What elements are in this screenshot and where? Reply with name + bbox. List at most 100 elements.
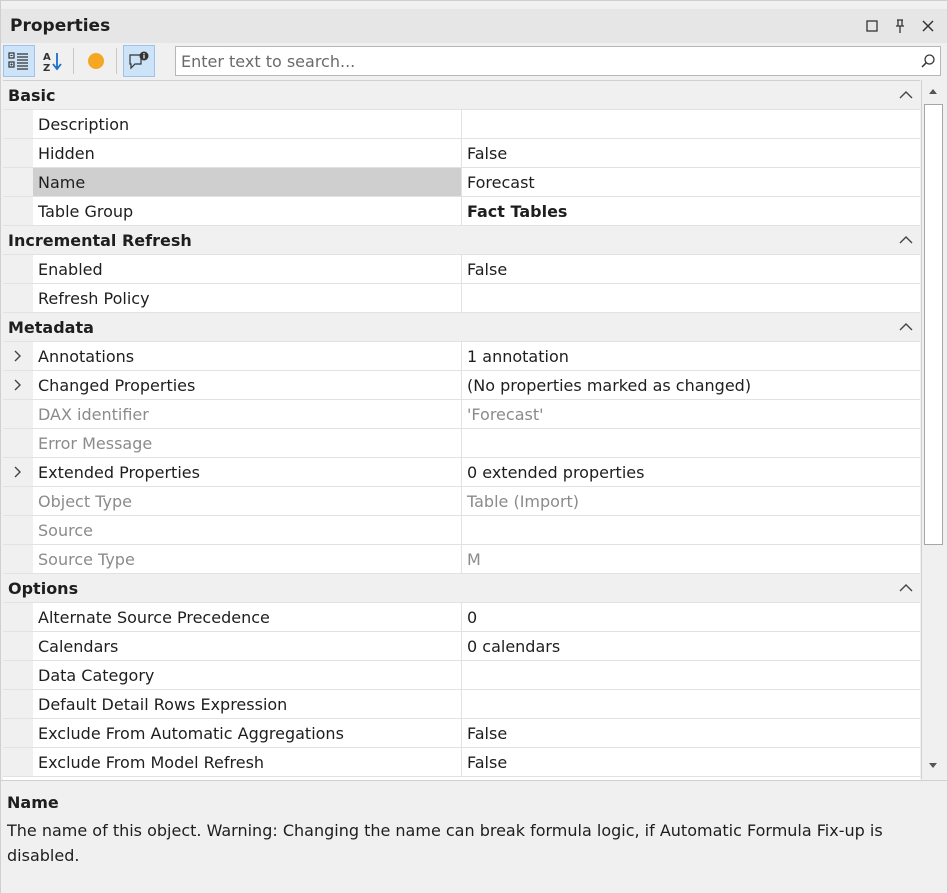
property-value[interactable]: Forecast <box>462 168 920 196</box>
collapse-chevron-icon[interactable] <box>898 319 914 335</box>
property-name: Enabled <box>33 255 462 283</box>
property-name: Alternate Source Precedence <box>33 603 462 631</box>
category-header[interactable]: Basic <box>3 81 920 110</box>
categorized-view-button[interactable] <box>3 45 35 77</box>
row-gutter <box>3 487 33 515</box>
property-row[interactable]: Description <box>3 110 920 139</box>
row-gutter <box>3 632 33 660</box>
expand-chevron-icon[interactable] <box>3 371 33 399</box>
panel-title: Properties <box>10 16 111 36</box>
property-row[interactable]: Exclude From Automatic Aggregations False <box>3 719 920 748</box>
scrollbar-thumb[interactable] <box>924 104 943 545</box>
property-value[interactable] <box>462 690 920 718</box>
comment-info-icon <box>129 51 149 70</box>
collapse-chevron-icon[interactable] <box>898 232 914 248</box>
description-toggle-button[interactable] <box>123 45 155 77</box>
property-row[interactable]: Exclude From Model Refresh False <box>3 748 920 777</box>
events-button[interactable] <box>80 45 112 77</box>
property-row[interactable]: Calendars 0 calendars <box>3 632 920 661</box>
property-name: Table Group <box>33 197 462 225</box>
property-name: Data Category <box>33 661 462 689</box>
property-row[interactable]: Object Type Table (Import) <box>3 487 920 516</box>
property-value[interactable]: 1 annotation <box>462 342 920 370</box>
row-gutter <box>3 603 33 631</box>
property-name: Extended Properties <box>33 458 462 486</box>
row-gutter <box>3 197 33 225</box>
property-grid: Basic Description Hidden False Name Forecast T… <box>3 80 920 780</box>
property-row[interactable]: Annotations 1 annotation <box>3 342 920 371</box>
row-gutter <box>3 400 33 428</box>
property-value[interactable]: False <box>462 719 920 747</box>
property-value[interactable]: False <box>462 139 920 167</box>
property-value[interactable]: Fact Tables <box>462 197 920 225</box>
category-header[interactable]: Options <box>3 574 920 603</box>
property-value[interactable]: 0 <box>462 603 920 631</box>
expand-chevron-icon[interactable] <box>3 342 33 370</box>
row-gutter <box>3 255 33 283</box>
property-name: Name <box>33 168 462 196</box>
alphabetical-sort-button[interactable]: A Z <box>37 45 69 77</box>
property-row[interactable]: Refresh Policy <box>3 284 920 313</box>
property-value[interactable]: 0 extended properties <box>462 458 920 486</box>
row-gutter <box>3 748 33 776</box>
search-input[interactable] <box>176 50 916 72</box>
search-box <box>175 46 941 76</box>
property-value[interactable]: False <box>462 255 920 283</box>
property-row[interactable]: Table Group Fact Tables <box>3 197 920 226</box>
property-value <box>462 429 920 457</box>
category-title: Options <box>8 578 79 598</box>
categorized-icon <box>8 52 28 70</box>
property-row[interactable]: Source Type M <box>3 545 920 574</box>
property-row[interactable]: Name Forecast <box>3 168 920 197</box>
collapse-chevron-icon[interactable] <box>898 87 914 103</box>
property-row[interactable]: Data Category <box>3 661 920 690</box>
collapse-chevron-icon[interactable] <box>898 580 914 596</box>
property-name: Description <box>33 110 462 138</box>
property-value[interactable]: (No properties marked as changed) <box>462 371 920 399</box>
maximize-icon[interactable] <box>861 15 883 37</box>
property-row[interactable]: Changed Properties (No properties marked … <box>3 371 920 400</box>
scroll-down-icon[interactable] <box>922 755 944 777</box>
category-header[interactable]: Metadata <box>3 313 920 342</box>
property-row[interactable]: Extended Properties 0 extended properties <box>3 458 920 487</box>
property-row[interactable]: Default Detail Rows Expression <box>3 690 920 719</box>
property-value[interactable]: 0 calendars <box>462 632 920 660</box>
property-value[interactable]: False <box>462 748 920 776</box>
row-gutter <box>3 168 33 196</box>
expand-chevron-icon[interactable] <box>3 458 33 486</box>
property-name: Annotations <box>33 342 462 370</box>
property-row[interactable]: Hidden False <box>3 139 920 168</box>
property-name: Error Message <box>33 429 462 457</box>
category-title: Metadata <box>8 317 94 337</box>
property-name: Source Type <box>33 545 462 573</box>
orange-circle-icon <box>88 53 104 69</box>
property-row[interactable]: Error Message <box>3 429 920 458</box>
search-icon[interactable] <box>916 53 940 69</box>
property-value <box>462 516 920 544</box>
property-name: Default Detail Rows Expression <box>33 690 462 718</box>
row-gutter <box>3 690 33 718</box>
row-gutter <box>3 284 33 312</box>
property-name: Refresh Policy <box>33 284 462 312</box>
category-header[interactable]: Incremental Refresh <box>3 226 920 255</box>
property-value[interactable] <box>462 110 920 138</box>
row-gutter <box>3 719 33 747</box>
close-icon[interactable] <box>917 15 939 37</box>
property-name: DAX identifier <box>33 400 462 428</box>
description-title: Name <box>7 793 59 812</box>
title-bar: Properties <box>1 9 947 43</box>
property-name: Changed Properties <box>33 371 462 399</box>
property-value[interactable] <box>462 284 920 312</box>
scroll-up-icon[interactable] <box>922 80 944 102</box>
property-value[interactable] <box>462 661 920 689</box>
toolbar-separator <box>73 48 74 74</box>
property-row[interactable]: DAX identifier 'Forecast' <box>3 400 920 429</box>
pin-icon[interactable] <box>889 15 911 37</box>
property-row[interactable]: Source <box>3 516 920 545</box>
property-row[interactable]: Alternate Source Precedence 0 <box>3 603 920 632</box>
property-row[interactable]: Enabled False <box>3 255 920 284</box>
vertical-scrollbar[interactable] <box>921 80 945 779</box>
row-gutter <box>3 110 33 138</box>
svg-text:Z: Z <box>43 63 50 72</box>
description-pane: Name The name of this object. Warning: C… <box>1 780 947 893</box>
